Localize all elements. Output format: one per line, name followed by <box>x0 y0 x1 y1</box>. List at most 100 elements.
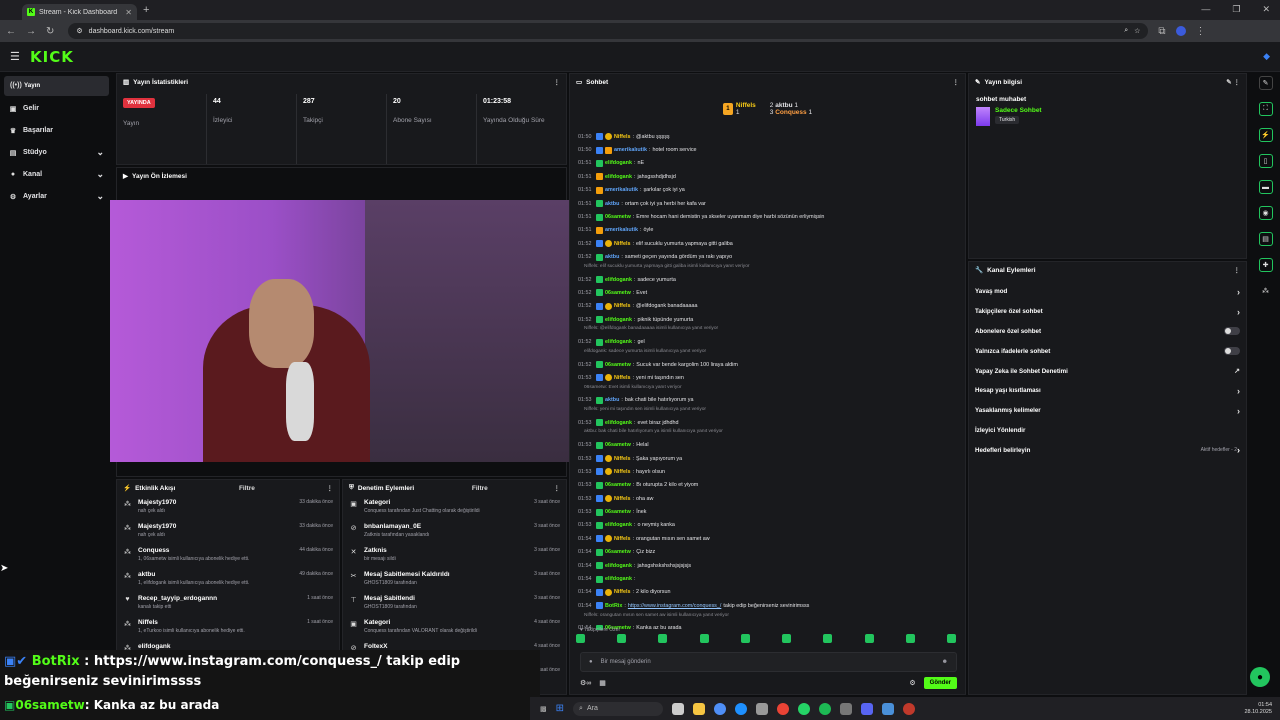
document-icon[interactable]: ▯ <box>1258 154 1273 168</box>
channel-action-row[interactable]: Takipçilere özel sohbet › <box>969 302 1246 322</box>
chat-message[interactable]: 01:53 elifdogank: o neymiş kanka <box>578 519 959 532</box>
event-name[interactable]: aktbu <box>138 571 293 578</box>
taskbar-search[interactable]: ⌕ Ara <box>573 701 664 716</box>
sidebar-item-basarilar[interactable]: ♛ Başarılar <box>4 122 109 140</box>
message-user[interactable]: Niffels <box>614 456 630 462</box>
chat-message[interactable]: 01:53 06sametw: İnek <box>578 505 959 518</box>
chat-message[interactable]: 01:53 Niffels: oha aw <box>578 492 959 505</box>
start-icon[interactable]: ⊞ <box>556 703 564 714</box>
chat-bubble-button[interactable]: ● <box>1250 667 1270 687</box>
more-options-icon[interactable]: ⋮ <box>553 484 560 492</box>
message-user[interactable]: 06sametw <box>605 482 631 488</box>
emote-icon[interactable] <box>658 634 668 643</box>
site-info-icon[interactable]: ⚙ <box>76 27 82 35</box>
chat-message[interactable]: 01:54 06sametw: Kanka az bu arada <box>578 622 959 630</box>
profile-avatar[interactable] <box>1175 26 1186 36</box>
emote-icon[interactable] <box>740 634 750 643</box>
obs-icon[interactable] <box>882 702 895 715</box>
chat-message[interactable]: 01:52 elifdogank: piknik tüpünde yumurta <box>578 313 959 326</box>
chevron-right-icon[interactable]: › <box>1237 386 1240 396</box>
message-user[interactable]: amerikalıutik <box>605 187 638 193</box>
forward-icon[interactable]: → <box>26 26 36 37</box>
close-window-icon[interactable]: ✕ <box>1262 4 1270 15</box>
message-user[interactable]: aktbu <box>605 201 619 207</box>
app-icon[interactable] <box>840 702 853 715</box>
sidebar-item-kanal[interactable]: ● Kanal ⌄ <box>4 166 109 184</box>
reload-icon[interactable]: ↻ <box>46 26 54 37</box>
chat-message[interactable]: 01:53 elifdogank: evet biraz jdhdhd <box>578 416 959 429</box>
taskbar-clock[interactable]: 01:54 28.10.2025 <box>1244 702 1272 716</box>
channel-action-row[interactable]: Yavaş mod › <box>969 282 1246 302</box>
chat-message[interactable]: 01:52 aktbu: sameti geçen yayında gördüm y… <box>578 251 959 264</box>
close-tab-icon[interactable]: ✕ <box>125 8 132 17</box>
event-name[interactable]: elifdogank <box>138 643 327 650</box>
event-name[interactable]: Kategori <box>364 619 528 626</box>
toggle-switch[interactable] <box>1224 347 1240 356</box>
chat-message[interactable]: 01:50 amerikalıutik: hotel room service <box>578 143 959 156</box>
chat-message[interactable]: 01:50 Niffels: @aktbu şşşşş <box>578 130 959 143</box>
discord-icon[interactable] <box>861 702 874 715</box>
event-name[interactable]: Majesty1970 <box>138 499 293 506</box>
emote-icon[interactable] <box>946 634 956 643</box>
back-icon[interactable]: ← <box>6 26 16 37</box>
task-view-icon[interactable] <box>672 702 685 715</box>
edit-icon[interactable]: ✎ ⋮ <box>1226 78 1240 86</box>
chat-message[interactable]: 01:51 elifdogank: jahsgsshdjdhsjd <box>578 170 959 183</box>
message-user[interactable]: amerikalıutik <box>605 227 638 233</box>
more-options-icon[interactable]: ⋮ <box>554 78 561 86</box>
event-name[interactable]: Zatknis <box>364 547 528 554</box>
chat-message[interactable]: 01:54 Niffels: orangutan mısın sen samet a… <box>578 532 959 545</box>
stream-video[interactable] <box>110 200 574 462</box>
message-user[interactable]: elifdogank <box>605 420 632 426</box>
chrome-icon[interactable] <box>777 702 790 715</box>
message-user[interactable]: Niffels <box>614 303 630 309</box>
filter-button[interactable]: Filtre <box>239 485 255 492</box>
channel-action-row[interactable]: Yalnızca ifadelerle sohbet <box>969 341 1246 361</box>
emote-icon[interactable] <box>823 634 833 643</box>
minimize-icon[interactable]: — <box>1201 4 1210 15</box>
settings-icon[interactable]: ⚙ <box>909 679 915 687</box>
app-icon[interactable] <box>903 702 916 715</box>
message-user[interactable]: Niffels <box>614 375 630 381</box>
message-user[interactable]: 06sametw <box>605 549 631 555</box>
message-user[interactable]: elifdogank <box>605 174 632 180</box>
event-name[interactable]: Conquess <box>138 547 293 554</box>
category-name[interactable]: Sadece Sohbet <box>995 107 1042 114</box>
message-user[interactable]: elifdogank <box>605 339 632 345</box>
event-name[interactable]: Mesaj Sabitlemesi Kaldırıldı <box>364 571 528 578</box>
zoom-icon[interactable]: ⌕ <box>1124 27 1128 35</box>
extensions-icon[interactable]: ⧉ <box>1158 26 1165 37</box>
event-name[interactable]: Niffels <box>138 619 301 626</box>
pencil-icon[interactable]: ✎ <box>1258 76 1273 90</box>
event-name[interactable]: Majesty1970 <box>138 523 293 530</box>
emote-icon[interactable] <box>864 634 874 643</box>
chat-message[interactable]: 01:53 Niffels: hayırlı olsun <box>578 465 959 478</box>
emote-icon[interactable] <box>699 634 709 643</box>
bolt-icon[interactable]: ⚡ <box>1258 128 1273 142</box>
whatsapp-icon[interactable] <box>798 702 811 715</box>
widgets-icon[interactable]: ▩ <box>540 705 547 713</box>
message-user[interactable]: Niffels <box>614 241 630 247</box>
menu-icon[interactable]: ☰ <box>10 50 30 63</box>
channel-action-row[interactable]: Hedefleri belirleyin Aktif hedefler - 2 › <box>969 440 1246 460</box>
channel-action-row[interactable]: Abonelere özel sohbet <box>969 322 1246 342</box>
kick-logo[interactable]: KICK <box>30 48 74 66</box>
copilot-icon[interactable] <box>714 702 727 715</box>
message-user[interactable]: elifdogank <box>605 277 632 283</box>
chat-message[interactable]: 01:52 elifdogank: gel <box>578 335 959 348</box>
chat-messages[interactable]: 01:50 Niffels: @aktbu şşşşş 01:50 amerikalıu… <box>570 130 959 630</box>
message-user[interactable]: aktbu <box>605 397 619 403</box>
more-options-icon[interactable]: ⋮ <box>953 78 960 86</box>
chat-input[interactable]: ● Bir mesaj gönderin ☻ <box>580 652 957 672</box>
emote-icon[interactable] <box>576 634 585 643</box>
event-name[interactable]: Recep_tayyip_erdogannn <box>138 595 301 602</box>
notification-icon[interactable]: ◆ <box>1263 51 1270 62</box>
url-field[interactable]: ⚙ dashboard.kick.com/stream ⌕ ☆ <box>68 23 1149 39</box>
message-user[interactable]: Niffels <box>614 536 630 542</box>
bookmark-star-icon[interactable]: ☆ <box>1134 27 1140 35</box>
message-user[interactable]: BotRix <box>605 603 622 609</box>
emote-icon[interactable] <box>905 634 915 643</box>
edge-icon[interactable] <box>735 702 748 715</box>
new-tab-icon[interactable]: + <box>143 4 149 16</box>
tools-icon[interactable]: ⚙∞ <box>580 679 591 687</box>
